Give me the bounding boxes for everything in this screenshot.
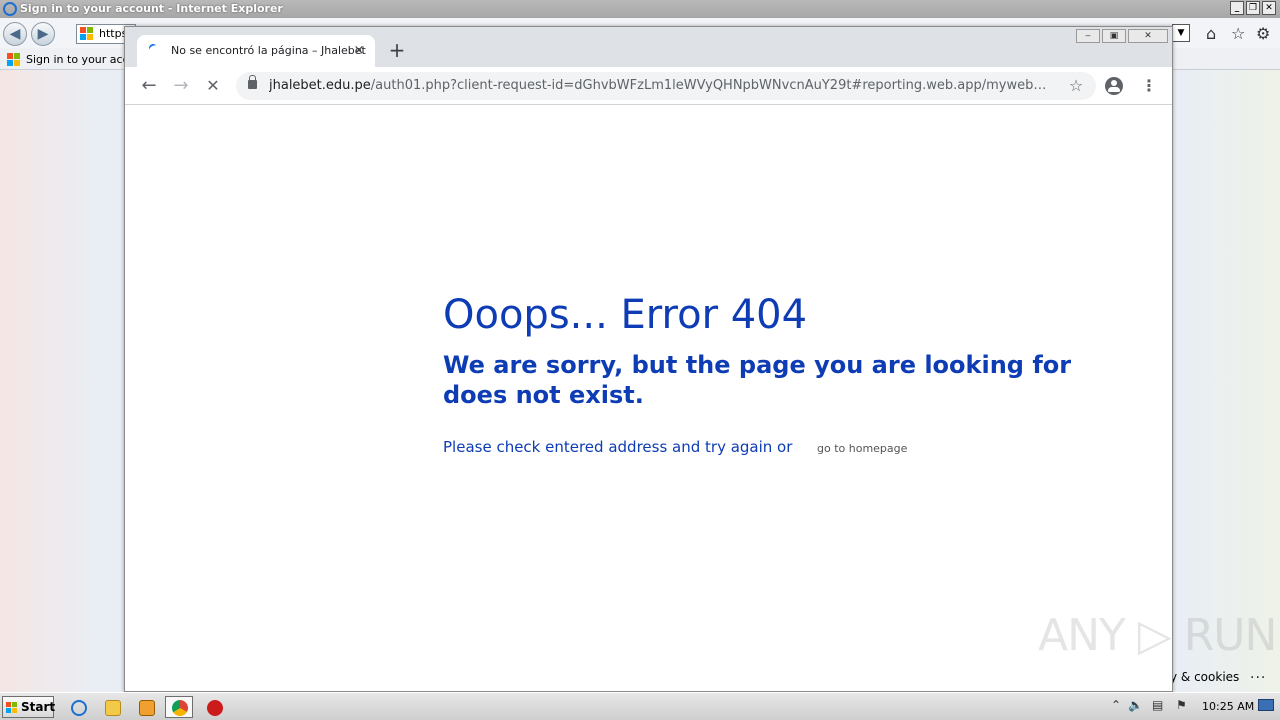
tray-expand-icon[interactable]: ⌃ <box>1111 698 1121 712</box>
ie-tab-label: Sign in to your account <box>26 53 134 66</box>
microsoft-logo-icon <box>80 27 94 41</box>
taskbar-opera[interactable] <box>200 696 228 718</box>
url-host: jhalebet.edu.pe <box>269 78 371 93</box>
lock-icon <box>248 75 257 89</box>
stop-loading-icon[interactable]: ✕ <box>201 74 225 98</box>
chrome-close-button[interactable]: ✕ <box>1128 29 1168 43</box>
taskbar-chrome[interactable] <box>165 696 193 718</box>
chrome-toolbar: ← → ✕ jhalebet.edu.pe/auth01.php?client-… <box>125 67 1172 105</box>
url-text[interactable]: jhalebet.edu.pe/auth01.php?client-reques… <box>269 72 1054 100</box>
anyrun-watermark: ANY ▷ RUN <box>1038 610 1277 661</box>
ie-cookies-link[interactable]: y & cookies <box>1170 670 1239 684</box>
loading-spinner-icon <box>147 42 159 54</box>
chrome-menu-icon[interactable]: ⋮ <box>1141 74 1157 98</box>
ie-title-bar: Sign in to your account - Internet Explo… <box>0 0 1280 18</box>
ie-close-button[interactable]: ✕ <box>1262 1 1276 15</box>
taskbar-media-player[interactable] <box>132 696 160 718</box>
ie-logo-icon <box>3 2 17 16</box>
new-tab-button[interactable]: + <box>385 39 409 63</box>
error-subtitle: We are sorry, but the page you are looki… <box>443 351 1072 409</box>
chrome-restore-button[interactable]: ▣ <box>1102 29 1126 43</box>
folder-icon <box>105 700 121 716</box>
ie-tab[interactable]: Sign in to your account <box>4 50 134 70</box>
internet-explorer-icon <box>71 700 87 716</box>
url-path: /auth01.php?client-request-id=dGhvbWFzLm… <box>370 78 1054 93</box>
forward-arrow-icon[interactable]: → <box>169 74 193 98</box>
ie-more-options[interactable]: ... <box>1250 666 1266 682</box>
volume-icon[interactable]: 🔈 <box>1128 698 1143 712</box>
opera-icon <box>207 700 223 716</box>
network-icon[interactable]: ▤ <box>1152 698 1163 712</box>
start-button[interactable]: Start <box>2 696 56 718</box>
ie-address-dropdown-icon[interactable]: ▼ <box>1172 24 1190 42</box>
ie-window-title: Sign in to your account - Internet Explo… <box>20 2 283 15</box>
clock[interactable]: 10:25 AM <box>1202 700 1254 713</box>
ie-favorites-icon[interactable]: ☆ <box>1231 24 1245 43</box>
ie-home-icon[interactable]: ⌂ <box>1206 24 1216 43</box>
profile-avatar-icon[interactable] <box>1105 77 1123 95</box>
bookmark-star-icon[interactable]: ☆ <box>1064 74 1088 98</box>
microsoft-logo-icon <box>7 53 21 67</box>
chrome-window: No se encontró la página – Jhalebet × + … <box>124 26 1173 692</box>
chrome-tab-title: No se encontró la página – Jhalebet <box>171 44 366 57</box>
chrome-tab[interactable]: No se encontró la página – Jhalebet × <box>137 35 375 67</box>
ie-back-icon[interactable]: ◀ <box>3 22 27 46</box>
action-center-flag-icon[interactable]: ⚑ <box>1176 698 1187 712</box>
taskbar: Start ⌃ 🔈 ▤ ⚑ 10:25 AM <box>0 692 1280 720</box>
tab-close-icon[interactable]: × <box>351 43 367 59</box>
homepage-link[interactable]: go to homepage <box>817 442 907 455</box>
start-label: Start <box>21 700 56 714</box>
media-player-icon <box>139 700 155 716</box>
taskbar-explorer[interactable] <box>98 696 126 718</box>
error-title: Ooops... Error 404 <box>443 292 808 338</box>
chrome-tab-strip: No se encontró la página – Jhalebet × + … <box>125 27 1172 67</box>
chrome-minimize-button[interactable]: ‒ <box>1076 29 1100 43</box>
ie-settings-icon[interactable]: ⚙ <box>1256 24 1270 43</box>
omnibox[interactable]: jhalebet.edu.pe/auth01.php?client-reques… <box>236 72 1096 100</box>
back-arrow-icon[interactable]: ← <box>137 74 161 98</box>
ie-forward-icon[interactable]: ▶ <box>31 22 55 46</box>
taskbar-ie[interactable] <box>64 696 92 718</box>
page-content: Ooops... Error 404 We are sorry, but the… <box>125 106 1172 691</box>
show-desktop-icon[interactable] <box>1258 699 1274 711</box>
windows-flag-icon <box>6 702 18 714</box>
chrome-icon <box>172 700 188 716</box>
error-hint: Please check entered address and try aga… <box>443 438 793 456</box>
ie-restore-button[interactable]: ❐ <box>1246 1 1260 15</box>
ie-minimize-button[interactable]: _ <box>1230 1 1244 15</box>
